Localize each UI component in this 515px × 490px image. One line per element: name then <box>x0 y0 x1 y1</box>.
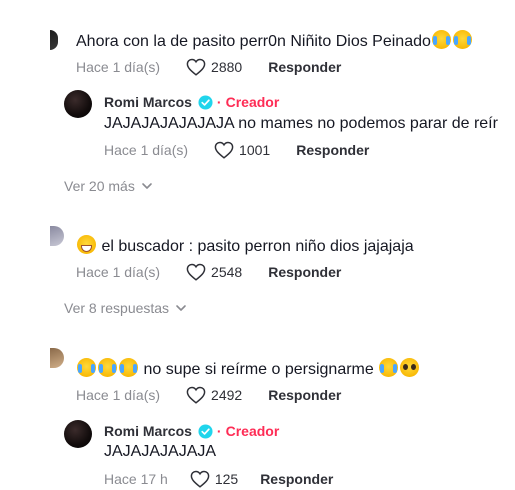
tears-of-joy-emoji-icon <box>77 358 96 377</box>
creator-reply: Romi Marcos · Creador JAJAJAJAJAJA Hace … <box>64 418 504 490</box>
reply-button[interactable]: Responder <box>268 264 341 280</box>
reply-text: JAJAJAJAJAJAJA no mames no podemos parar… <box>104 115 498 132</box>
avatar[interactable] <box>64 420 92 448</box>
heart-icon[interactable] <box>186 58 206 76</box>
author-name[interactable]: Romi Marcos <box>104 94 192 110</box>
verified-badge-icon <box>198 423 213 439</box>
grinning-face-with-sweat-emoji-icon <box>77 235 96 254</box>
like-count: 2492 <box>211 387 243 403</box>
reply-button[interactable]: Responder <box>260 471 333 487</box>
heart-icon[interactable] <box>186 263 206 281</box>
chevron-down-icon <box>176 305 186 311</box>
creator-badge: Creador <box>225 423 280 439</box>
reply-author: Romi Marcos · Creador <box>104 94 279 110</box>
heart-icon[interactable] <box>190 470 210 488</box>
comment-meta: Hace 1 día(s) 2492 Responder <box>76 386 341 404</box>
reply-button[interactable]: Responder <box>268 59 341 75</box>
chevron-down-icon <box>142 183 152 189</box>
avatar[interactable] <box>64 90 92 118</box>
tears-of-joy-emoji-icon <box>452 30 472 49</box>
like-count: 1001 <box>239 142 271 158</box>
pleading-face-emoji-icon <box>400 358 420 377</box>
like-count: 2548 <box>211 264 243 280</box>
heart-icon[interactable] <box>186 386 206 404</box>
comment-time: Hace 1 día(s) <box>76 59 161 75</box>
reply-button[interactable]: Responder <box>268 387 341 403</box>
comment-meta: Hace 1 día(s) 2548 Responder <box>76 263 341 281</box>
comment-time: Hace 1 día(s) <box>76 264 161 280</box>
verified-badge-icon <box>198 94 213 110</box>
commenter-avatar[interactable] <box>50 348 64 368</box>
comment-text: Ahora con la de pasito perr0n Niñito Dio… <box>76 30 473 52</box>
reply-time: Hace 17 h <box>104 471 168 487</box>
comment-text: el buscador : pasito perron niño dios ja… <box>76 235 414 257</box>
reply-time: Hace 1 día(s) <box>104 142 189 158</box>
reply-meta: Hace 17 h 125 Responder <box>104 470 333 488</box>
like-count: 2880 <box>211 59 243 75</box>
comment-meta: Hace 1 día(s) 2880 Responder <box>76 58 341 76</box>
tears-of-joy-emoji-icon <box>431 30 451 49</box>
commenter-avatar[interactable] <box>50 226 64 246</box>
creator-separator: · <box>216 94 222 110</box>
like-count: 125 <box>214 471 239 487</box>
creator-separator: · <box>216 423 222 439</box>
tears-of-joy-emoji-icon <box>98 358 117 377</box>
reply-text: JAJAJAJAJAJA <box>104 443 217 460</box>
reply-author: Romi Marcos · Creador <box>104 423 279 439</box>
creator-reply: Romi Marcos · Creador JAJAJAJAJAJAJA no … <box>64 90 504 162</box>
comment-text: no supe si reírme o persignarme <box>76 358 420 380</box>
comment-time: Hace 1 día(s) <box>76 387 161 403</box>
creator-badge: Creador <box>225 94 280 110</box>
view-more-replies-button[interactable]: Ver 20 más <box>64 178 153 194</box>
reply-meta: Hace 1 día(s) 1001 Responder <box>104 141 369 159</box>
tears-of-joy-emoji-icon <box>379 358 399 377</box>
tears-of-joy-emoji-icon <box>119 358 138 377</box>
heart-icon[interactable] <box>214 141 234 159</box>
author-name[interactable]: Romi Marcos <box>104 423 192 439</box>
commenter-avatar[interactable] <box>50 30 58 50</box>
view-replies-button[interactable]: Ver 8 respuestas <box>64 300 187 316</box>
reply-button[interactable]: Responder <box>296 142 369 158</box>
